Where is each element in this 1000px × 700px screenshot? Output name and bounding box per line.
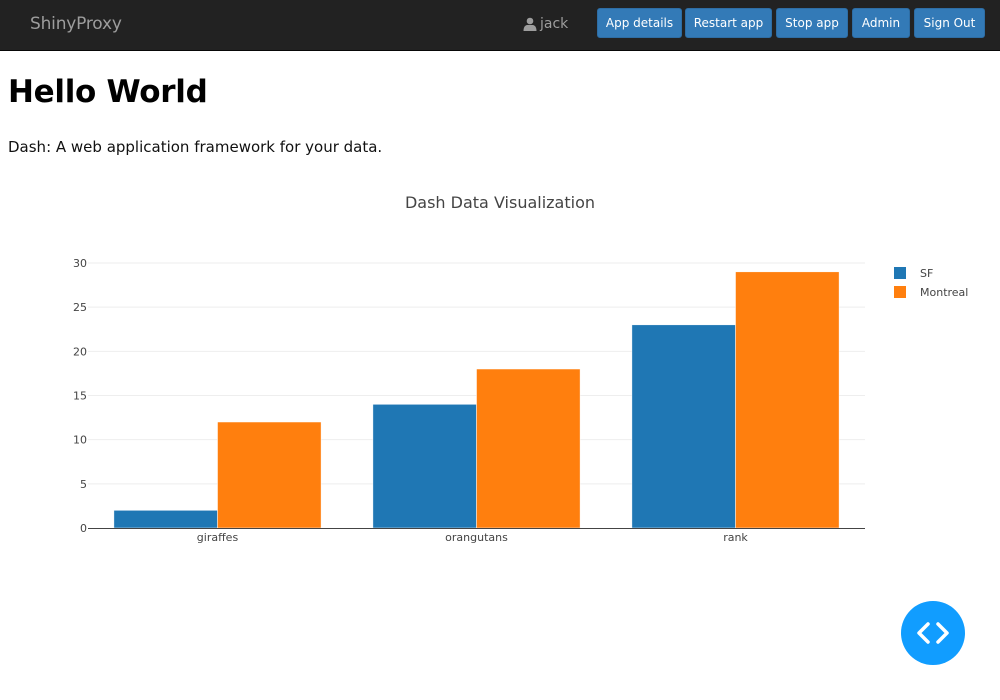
legend-swatch (894, 286, 906, 298)
y-tick-label: 20 (73, 345, 87, 358)
restart-app-button[interactable]: Restart app (685, 8, 772, 38)
x-tick-label: rank (723, 531, 748, 544)
admin-button[interactable]: Admin (852, 8, 910, 38)
username: jack (540, 16, 569, 32)
code-icon (917, 622, 949, 644)
x-tick-label: orangutans (445, 531, 508, 544)
legend-label: Montreal (920, 286, 968, 299)
chart-title: Dash Data Visualization (405, 193, 595, 212)
page-subtitle: Dash: A web application framework for yo… (8, 138, 383, 156)
bar-sf-orangutans[interactable] (372, 404, 477, 529)
sign-out-button[interactable]: Sign Out (914, 8, 985, 38)
bar-sf-giraffes[interactable] (113, 510, 218, 529)
bar-montreal-orangutans[interactable] (476, 368, 581, 529)
user-menu[interactable]: jack (523, 16, 568, 32)
brand-logo[interactable]: ShinyProxy (30, 14, 122, 34)
y-tick-label: 30 (73, 257, 87, 270)
y-axis-ticks: 0 5 10 15 20 25 30 (73, 257, 87, 535)
bar-montreal-giraffes[interactable] (217, 421, 322, 529)
navbar: ShinyProxy jack App details Restart app … (0, 0, 1000, 51)
y-tick-label: 5 (80, 478, 87, 491)
bar-sf-rank[interactable] (631, 324, 736, 529)
bars (113, 271, 840, 529)
legend-label: SF (920, 267, 933, 280)
legend-item-montreal[interactable]: Montreal (894, 286, 968, 299)
debug-menu-button[interactable] (901, 601, 965, 665)
y-tick-label: 0 (80, 522, 87, 535)
y-tick-label: 10 (73, 434, 87, 447)
x-axis-ticks: giraffes orangutans rank (197, 531, 749, 544)
app-details-button[interactable]: App details (597, 8, 682, 38)
legend-swatch (894, 267, 906, 279)
y-tick-label: 15 (73, 390, 87, 403)
legend-item-sf[interactable]: SF (894, 267, 933, 280)
legend: SF Montreal (894, 267, 968, 299)
bar-montreal-rank[interactable] (735, 271, 840, 529)
stop-app-button[interactable]: Stop app (776, 8, 848, 38)
y-tick-label: 25 (73, 301, 87, 314)
x-tick-label: giraffes (197, 531, 239, 544)
user-icon (523, 17, 537, 31)
page-title: Hello World (8, 74, 208, 110)
bar-chart: Dash Data Visualization 0 5 10 15 20 25 30 gir… (73, 193, 968, 544)
